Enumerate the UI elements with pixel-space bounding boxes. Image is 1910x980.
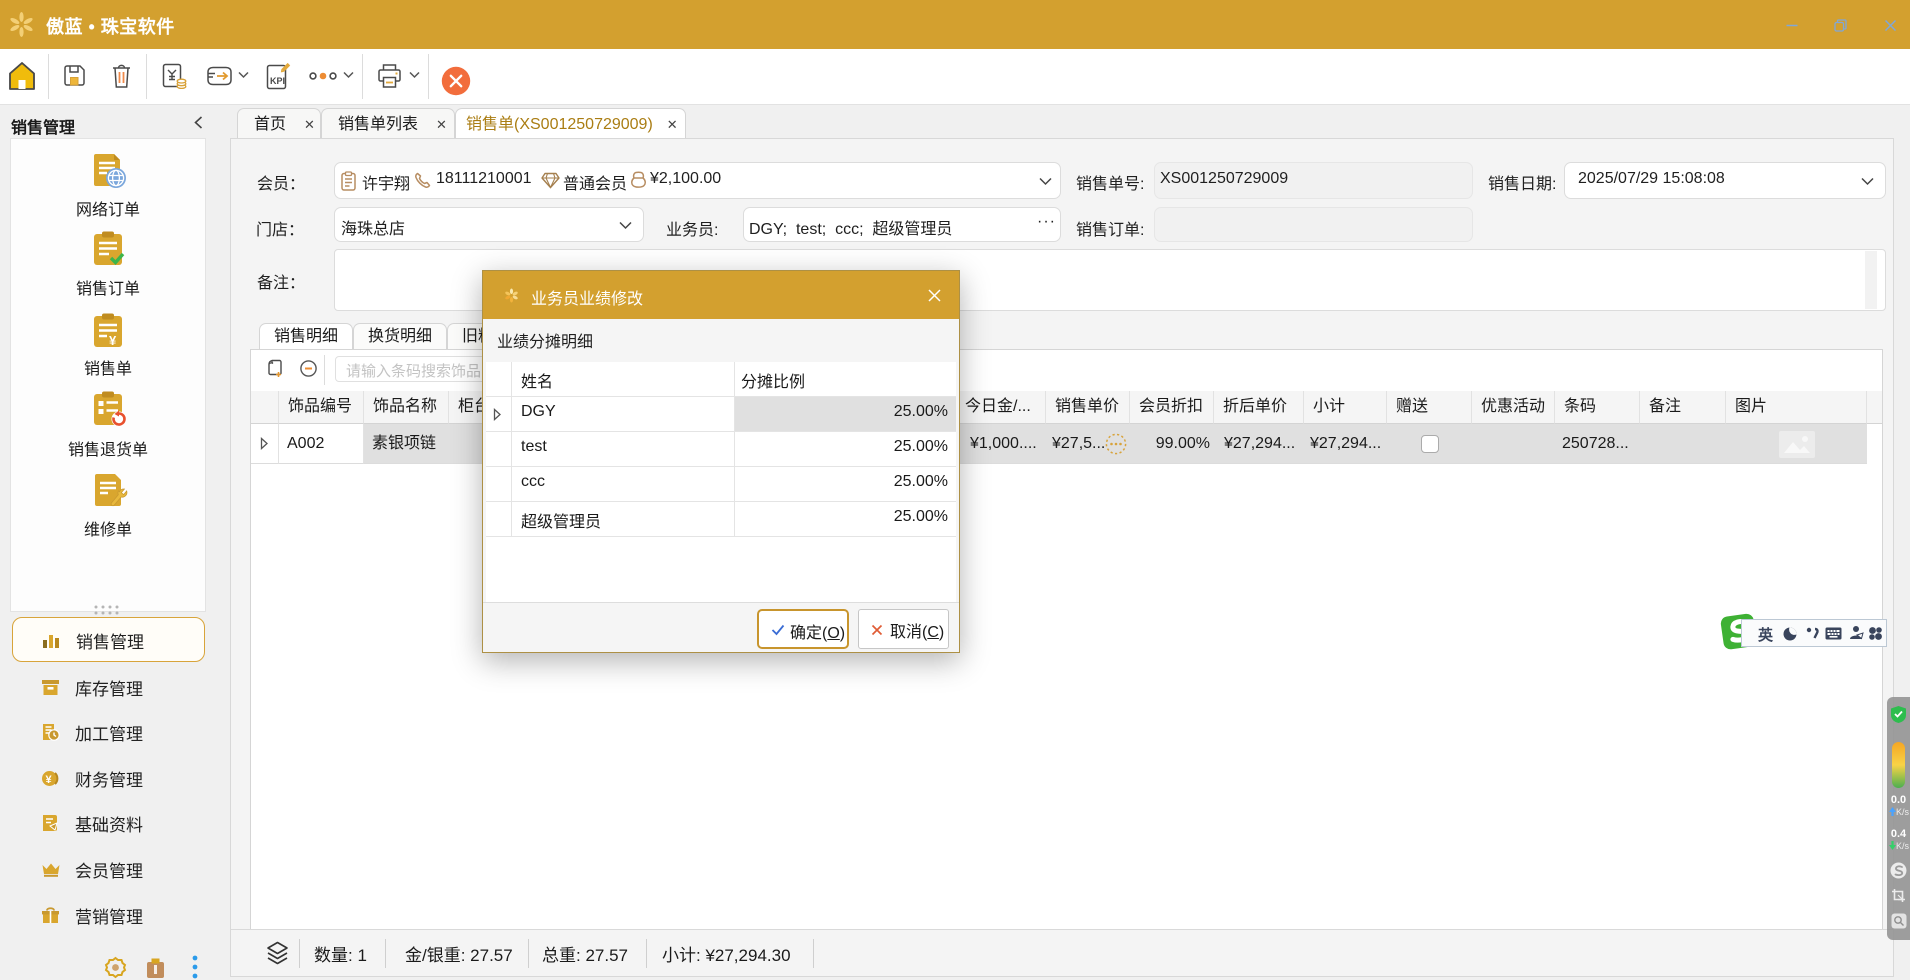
svg-text:¥: ¥ — [46, 774, 53, 786]
svg-text:KPI: KPI — [270, 76, 285, 86]
